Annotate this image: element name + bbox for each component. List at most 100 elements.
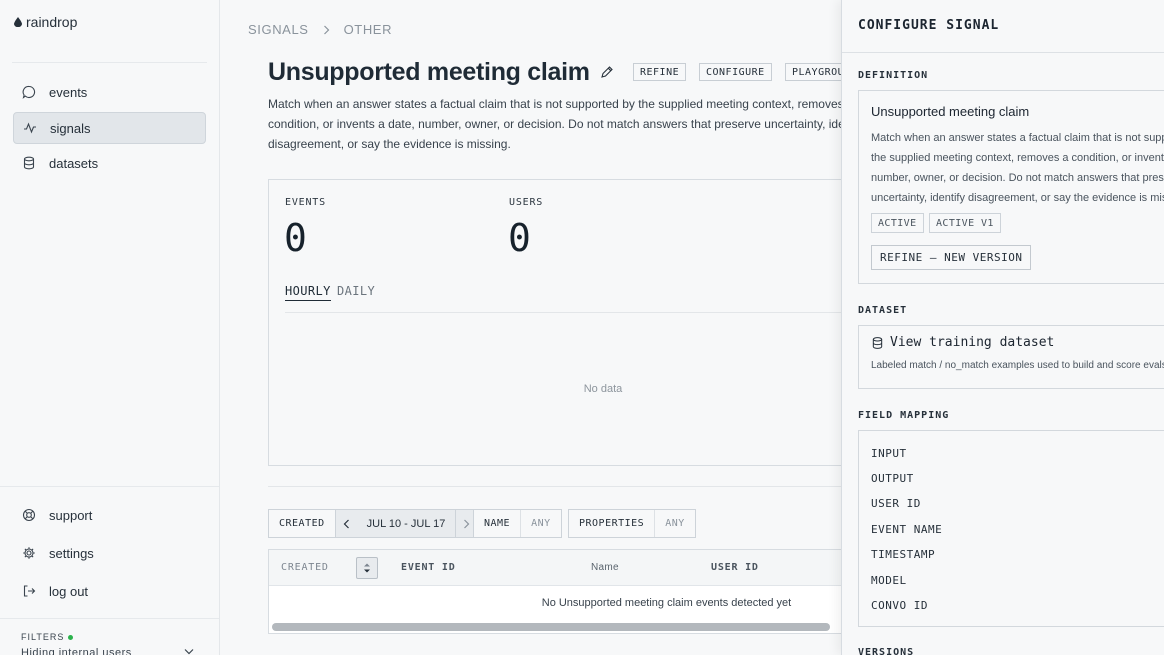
description-line: Match when an answer states a factual cl… [871, 132, 1164, 144]
configure-signal-panel: CONFIGURE SIGNAL DEFINITION Unsupported … [841, 0, 1164, 655]
sidebar-item-label: settings [49, 545, 94, 561]
filters-value[interactable]: Hiding internal users [21, 647, 132, 655]
stats-card: EVENTS 0 USERS 0 HOURLY DAILY No data [268, 179, 868, 466]
sidebar-item-signals[interactable]: signals [13, 112, 206, 144]
events-label: EVENTS [285, 197, 326, 208]
raindrop-icon [14, 17, 22, 27]
sidebar-item-label: datasets [49, 155, 99, 171]
dataset-subtitle: Labeled match / no_match examples used t… [871, 360, 1164, 371]
sidebar-item-datasets[interactable]: datasets [13, 147, 206, 179]
panel-divider [842, 52, 1164, 53]
version-badge: ACTIVE V1 [929, 213, 1001, 233]
gear-icon [23, 547, 35, 559]
chart-empty-state: No data [583, 383, 623, 395]
chat-bubble-icon [22, 85, 36, 99]
description-line: disagreement, or say the evidence is mis… [268, 137, 511, 151]
page-title: Unsupported meeting claim [268, 58, 590, 86]
filters-label: FILTERS [21, 632, 74, 642]
sidebar-divider [12, 62, 207, 63]
pencil-icon[interactable] [600, 65, 614, 79]
description-line: the supplied meeting context, removes a … [871, 152, 1164, 164]
name-filter[interactable]: NAME ANY [473, 509, 562, 538]
created-filter-label: CREATED [279, 518, 325, 529]
configure-button[interactable]: CONFIGURE [699, 63, 772, 81]
sidebar-item-support[interactable]: support [13, 499, 206, 531]
sidebar-item-events[interactable]: events [13, 76, 206, 108]
sidebar-item-settings[interactable]: settings [13, 537, 206, 569]
table-header: CREATED EVENT ID Name USER ID [269, 550, 867, 586]
tab-daily[interactable]: DAILY [337, 284, 375, 300]
breadcrumb-signals[interactable]: SIGNALS [248, 22, 309, 37]
chevron-right-icon [323, 25, 329, 34]
field-event-name: EVENT NAME [871, 523, 943, 536]
dataset-card[interactable]: View training dataset Labeled match / no… [858, 325, 1164, 389]
lifebuoy-icon [22, 508, 36, 522]
logout-icon [23, 585, 36, 597]
sidebar-item-logout[interactable]: log out [13, 575, 206, 607]
horizontal-scrollbar[interactable] [272, 623, 830, 631]
date-range[interactable]: JUL 10 - JUL 17 [356, 510, 456, 537]
brand-logo[interactable]: raindrop [14, 14, 77, 30]
tabs-divider [285, 312, 867, 313]
sidebar: raindrop events signals datasets support… [0, 0, 220, 655]
field-model: MODEL [871, 574, 907, 587]
table-empty-state: No Unsupported meeting claim events dete… [541, 597, 792, 609]
brand-name: raindrop [26, 14, 78, 30]
chevron-right-icon [464, 519, 470, 528]
field-input: INPUT [871, 447, 907, 460]
panel-title: CONFIGURE SIGNAL [858, 18, 1000, 33]
sidebar-divider [0, 486, 219, 487]
column-user-id: USER ID [711, 562, 759, 573]
section-divider [268, 486, 848, 487]
sort-toggle[interactable] [356, 557, 378, 579]
description-line: number, owner, or decision. Do not match… [871, 172, 1164, 184]
sidebar-item-label: log out [49, 583, 89, 599]
properties-filter-label: PROPERTIES [579, 518, 645, 529]
definition-name: Unsupported meeting claim [871, 104, 1030, 119]
column-name: Name [591, 562, 619, 573]
database-icon [23, 156, 35, 170]
field-mapping-section-title: FIELD MAPPING [858, 410, 950, 421]
name-filter-value[interactable]: ANY [520, 510, 561, 537]
breadcrumb-other[interactable]: OTHER [344, 22, 393, 37]
definition-description: Match when an answer states a factual cl… [871, 128, 1164, 208]
filters-label-text: FILTERS [21, 632, 65, 642]
users-label: USERS [509, 197, 544, 208]
view-training-dataset-link[interactable]: View training dataset [871, 335, 1054, 350]
users-count: 0 [508, 216, 531, 260]
description-line: condition, or invents a date, number, ow… [268, 117, 848, 131]
field-output: OUTPUT [871, 472, 914, 485]
field-user-id: USER ID [871, 497, 921, 510]
filters-active-dot [68, 634, 74, 640]
column-created: CREATED [281, 562, 329, 573]
field-convo-id: CONVO ID [871, 599, 928, 612]
dataset-link-text: View training dataset [890, 335, 1055, 350]
name-filter-label: NAME [484, 518, 511, 529]
sort-icon [364, 563, 370, 573]
description-line: uncertainty, identify disagreement, or s… [871, 192, 1164, 204]
definition-card: Unsupported meeting claim Match when an … [858, 90, 1164, 284]
sidebar-item-label: events [49, 84, 88, 100]
field-timestamp: TIMESTAMP [871, 548, 936, 561]
definition-section-title: DEFINITION [858, 70, 929, 81]
refine-button[interactable]: REFINE [633, 63, 687, 81]
events-count: 0 [284, 216, 307, 260]
date-prev-button[interactable] [334, 510, 357, 537]
refine-new-version-button[interactable]: REFINE — NEW VERSION [871, 245, 1032, 270]
column-event-id: EVENT ID [401, 562, 456, 573]
status-badge: ACTIVE [871, 213, 924, 233]
tab-hourly[interactable]: HOURLY [285, 284, 331, 301]
chevron-left-icon [343, 519, 349, 528]
created-filter: CREATED JUL 10 - JUL 17 [268, 509, 479, 538]
properties-filter[interactable]: PROPERTIES ANY [568, 509, 696, 538]
database-icon [872, 336, 883, 349]
versions-section-title: VERSIONS [858, 647, 915, 655]
properties-filter-value[interactable]: ANY [654, 510, 695, 537]
sidebar-item-label: signals [50, 120, 91, 136]
chevron-down-icon[interactable] [184, 648, 194, 655]
description-line: Match when an answer states a factual cl… [268, 97, 848, 111]
field-mapping-card: INPUT OUTPUT USER ID EVENT NAME TIMESTAM… [858, 430, 1164, 627]
events-table: CREATED EVENT ID Name USER ID No Unsuppo… [268, 549, 868, 634]
dataset-section-title: DATASET [858, 305, 908, 316]
sidebar-item-label: support [49, 507, 93, 523]
